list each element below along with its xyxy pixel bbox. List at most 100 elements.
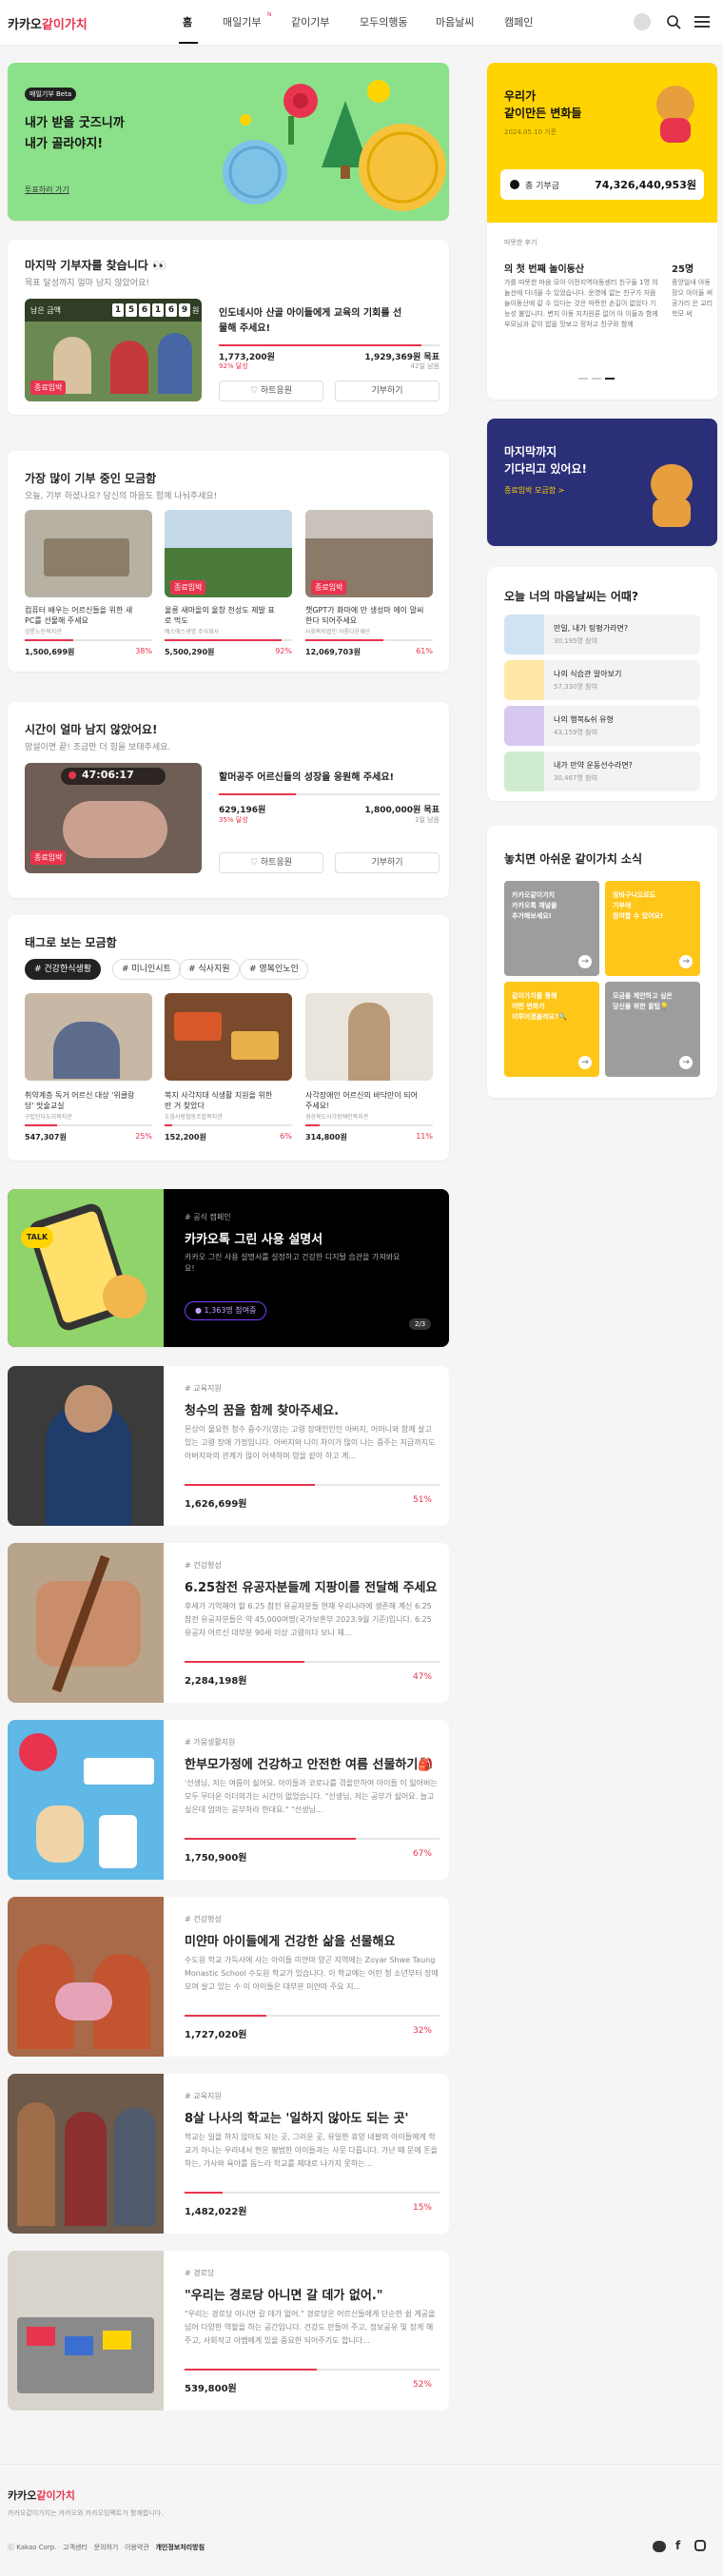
footer-link[interactable]: 문의하기 bbox=[94, 2544, 119, 2551]
kakao-green-promo[interactable]: TALK # 공식 캠페인 카카오톡 그린 사용 설명서 카카오 그린 사용 설… bbox=[8, 1189, 449, 1347]
coin-icon bbox=[510, 180, 519, 189]
story-title[interactable]: 25명 bbox=[672, 261, 717, 275]
timer-unit: 원 bbox=[192, 306, 200, 315]
promo-count-text: 1,363명 참여중 bbox=[204, 1306, 257, 1315]
carousel-dot[interactable] bbox=[592, 378, 601, 380]
donate-button[interactable]: 기부하기 bbox=[335, 381, 440, 401]
tag-chip[interactable]: # 미니인시트 bbox=[112, 959, 181, 980]
footer-link[interactable]: 이용약관 bbox=[125, 2544, 149, 2551]
footer-logo[interactable]: 카카오같이가치 bbox=[8, 2488, 75, 2503]
fundraiser-card[interactable]: # 건강형성 미얀마 아이들에게 건강한 삶을 선물해요 수도원 학교 가득사에… bbox=[8, 1897, 449, 2057]
timer-digit: 6 bbox=[139, 303, 150, 317]
weather-item-title: 나의 행복&쉬 유형 bbox=[554, 715, 614, 724]
popular-item-title[interactable]: 컴퓨터 배우는 어르신들을 위한 새 bbox=[25, 605, 132, 615]
donate-button[interactable]: 기부하기 bbox=[335, 852, 440, 873]
popular-item-title[interactable]: 로 먹도 bbox=[165, 615, 188, 626]
news-tile[interactable]: 장바구니으로도 기부에 참여할 수 있어요! → bbox=[605, 881, 700, 976]
popular-item-progress bbox=[25, 639, 152, 641]
cheer-button[interactable]: ♡ 하트응원 bbox=[219, 852, 323, 873]
weather-item[interactable]: 나의 행복&쉬 유형 43,159명 참여 bbox=[504, 706, 700, 746]
popular-image-2[interactable]: 종료임박 bbox=[165, 510, 292, 597]
ryan-sitting-illustration bbox=[645, 464, 698, 531]
last-item-title-2[interactable]: 물해 주세요! bbox=[219, 320, 270, 334]
last-item-title-1[interactable]: 인도네시아 산골 아이들에게 교육의 기회를 선 bbox=[219, 304, 401, 319]
banner-title-1: 내가 받을 굿즈니까 bbox=[25, 116, 125, 130]
weather-item-title: 만일, 내가 탕평가라면? bbox=[554, 624, 629, 633]
weather-item[interactable]: 만일, 내가 탕평가라면? 30,195명 참여 bbox=[504, 615, 700, 654]
facebook-icon[interactable]: f bbox=[675, 2539, 680, 2552]
tag-item-title[interactable]: 주세요! bbox=[305, 1101, 329, 1111]
fundraiser-card[interactable]: # 가뭄생활지원 한부모가정에 건강하고 안전한 여름 선물하기🎒 '선생님, … bbox=[8, 1720, 449, 1880]
story-title[interactable]: 의 첫 번째 놀이동산 bbox=[504, 261, 584, 275]
carousel-dot[interactable] bbox=[578, 378, 588, 380]
story-text: 가를 따뜻한 마음 모아 이전지역아동센터 친구들 1명 의 놀선에 다녀올 수… bbox=[504, 279, 658, 328]
total-value: 74,326,440,953원 bbox=[595, 179, 696, 191]
tag-item-title[interactable]: 취약계층 독거 어르신 대상 '위클랑 bbox=[25, 1090, 134, 1101]
popular-item-title[interactable]: 한다 되어주세요 bbox=[305, 615, 357, 626]
goods-vote-banner[interactable]: 매일기부 Beta 내가 받을 굿즈니까 내가 골라야지! 투표하러 가기 bbox=[8, 63, 449, 221]
popular-item-title[interactable]: 챗GPT가 화마에 만 생성마 에이 말씨 bbox=[305, 605, 423, 615]
timer-digit: 5 bbox=[126, 303, 137, 317]
popular-image-3[interactable]: 종료임박 bbox=[305, 510, 433, 597]
tag-chip[interactable]: # 영복인노인 bbox=[240, 959, 308, 980]
popular-image-1[interactable] bbox=[25, 510, 152, 597]
weather-item[interactable]: 나의 식습관 알아보기 57,330명 참여 bbox=[504, 660, 700, 700]
tag-item-title[interactable]: 복지 사각지대 식생활 지원을 위한 bbox=[165, 1090, 272, 1101]
last-image[interactable]: 남은 금액 1 5 6 1 6 9 원 종료임박 bbox=[25, 299, 202, 401]
tag-image-2[interactable] bbox=[165, 993, 292, 1081]
tag-item-amount: 152,200원 bbox=[165, 1133, 206, 1142]
tag-item-org: 도움사랑협동조합복지관 bbox=[165, 1114, 223, 1121]
nav-daily[interactable]: 매일기부 bbox=[223, 14, 261, 29]
kakaotalk-icon[interactable] bbox=[653, 2541, 666, 2552]
cheer-button[interactable]: ♡ 하트응원 bbox=[219, 381, 323, 401]
impact-card: 우리가 같이만든 변화들 2024.05.10 기준 총 기부금 74,326,… bbox=[487, 63, 717, 400]
fundraiser-card[interactable]: # 교육지원 청수의 꿈을 함께 찾아주세요. 몬상이 물요한 청수 중수기(영… bbox=[8, 1366, 449, 1526]
fundraiser-card[interactable]: # 건강형성 6.25참전 유공자분들께 지팡이를 전달해 주세요 후세가 기억… bbox=[8, 1543, 449, 1703]
weather-item[interactable]: 내가 만약 운동선수라면? 30,467명 참여 bbox=[504, 751, 700, 791]
ending-soon-card[interactable]: 마지막까지 기다리고 있어요! 종료임박 모금함 > bbox=[487, 419, 717, 546]
popular-item-title[interactable]: PC를 선물해 주세요 bbox=[25, 615, 88, 626]
footer-link[interactable]: 개인정보처리방침 bbox=[155, 2544, 205, 2551]
tag-item-title[interactable]: 반 거 찾았다 bbox=[165, 1101, 205, 1111]
carousel-dot-active[interactable] bbox=[605, 378, 615, 380]
news-tile-text: 장바구니으로도 기부에 참여할 수 있어요! bbox=[613, 891, 664, 920]
menu-icon[interactable] bbox=[694, 15, 710, 29]
logo[interactable]: 카카오같이가치 bbox=[8, 14, 88, 32]
fundraiser-card[interactable]: # 경로당 "우리는 경로당 아니면 갈 데가 없어." "우리는 경로당 아니… bbox=[8, 2251, 449, 2410]
banner-link[interactable]: 투표하러 가기 bbox=[25, 185, 69, 195]
nav-campaign[interactable]: 캠페인 bbox=[504, 14, 533, 29]
fundraiser-desc: "우리는 경로당 아니면 갈 데가 없어." 경로당은 어르신들에게 단순한 쉼… bbox=[185, 2310, 436, 2345]
tag-image-1[interactable] bbox=[25, 993, 152, 1081]
time-item-title[interactable]: 할머공주 어르신들의 성장을 응원해 주세요! bbox=[219, 769, 394, 783]
tag-item-amount: 547,307원 bbox=[25, 1133, 67, 1142]
tag-item-progress bbox=[25, 1124, 152, 1126]
nav-actions[interactable]: 모두의행동 bbox=[360, 14, 408, 29]
search-icon[interactable] bbox=[666, 14, 681, 29]
popular-item-org: 사회복지법인 아름다운재단 bbox=[305, 629, 371, 635]
tag-image-3[interactable] bbox=[305, 993, 433, 1081]
story-text: 중앙일내 아동 장으 아이들 써 공가리 은 교리 학모 써 bbox=[672, 279, 713, 318]
instagram-icon[interactable] bbox=[694, 2540, 706, 2551]
nav-weather[interactable]: 마음날씨 bbox=[436, 14, 474, 29]
tag-item-title[interactable]: 당' 맛술교실 bbox=[25, 1101, 65, 1111]
news-tile[interactable]: 모금을 제안하고 싶은 당신을 위한 꿀팁💡 → bbox=[605, 982, 700, 1077]
tag-chip[interactable]: # 식사지원 bbox=[179, 959, 240, 980]
weather-thumb bbox=[504, 660, 544, 700]
fundraiser-amount: 1,727,020원 bbox=[185, 2030, 247, 2040]
footer-link[interactable]: 고객센터 bbox=[63, 2544, 88, 2551]
time-image[interactable]: 47:06:17 종료임박 bbox=[25, 763, 202, 873]
fundraiser-card[interactable]: # 교육지원 8살 나사의 학교는 '일하지 않아도 되는 곳' 학교는 일을 … bbox=[8, 2074, 449, 2234]
fundraiser-pct: 67% bbox=[412, 1849, 432, 1859]
ending-link[interactable]: 종료임박 모금함 > bbox=[504, 485, 564, 496]
nav-together[interactable]: 같이기부 bbox=[291, 14, 329, 29]
profile-icon[interactable] bbox=[634, 13, 651, 30]
news-tile[interactable]: 같이가치를 통해 어떤 변화가 이루어졌을까요?🔍 → bbox=[504, 982, 599, 1077]
fundraiser-category: # 교육지원 bbox=[185, 1384, 222, 1393]
nav-home[interactable]: 홈 bbox=[183, 14, 192, 29]
tag-item-title[interactable]: 사각장애인 어르신의 바닥만이 되어 bbox=[305, 1090, 418, 1101]
news-tile[interactable]: 카카오같이가치 카카오톡 채널을 추가해보세요! → bbox=[504, 881, 599, 976]
tag-chip[interactable]: # 건강한식생활 bbox=[25, 959, 102, 980]
footer-logo-accent: 같이가치 bbox=[36, 2489, 75, 2502]
popular-title: 가장 많이 기부 중인 모금함 bbox=[25, 472, 157, 485]
popular-item-title[interactable]: 울릉 새마을의 울창 천성도 제발 표 bbox=[165, 605, 275, 615]
